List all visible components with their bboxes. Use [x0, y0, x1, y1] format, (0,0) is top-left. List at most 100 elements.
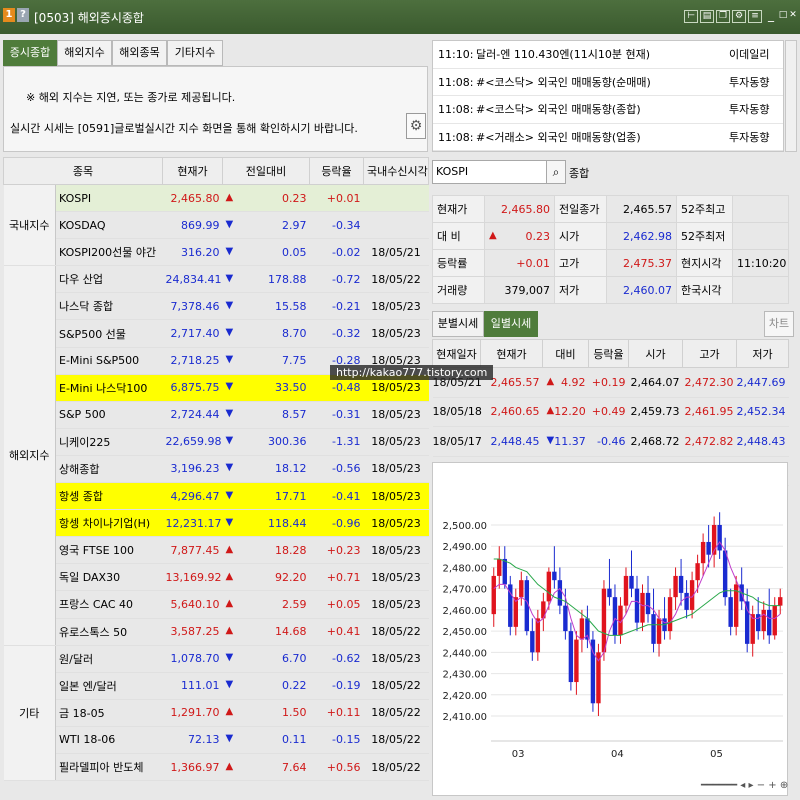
row-name[interactable]: 영국 FTSE 100 — [55, 536, 163, 565]
table-row[interactable]: 해외지수 다우 산업 24,834.41 ▼ 178.88 -0.72 18/05/22 — [3, 265, 429, 646]
header-change[interactable]: 전일대비 — [222, 157, 310, 185]
candle-body — [601, 588, 607, 653]
row-name[interactable]: WTI 18-06 — [55, 726, 163, 754]
row-name[interactable]: 항셍 종합 — [55, 482, 163, 511]
tab-other-index[interactable]: 기타지수 — [167, 40, 223, 66]
tab-overseas-stocks[interactable]: 해외종목 — [112, 40, 167, 66]
candle-body — [678, 575, 684, 593]
row-name[interactable]: S&P500 선물 — [55, 319, 163, 348]
search-icon[interactable]: ⌕ — [546, 160, 566, 184]
row-name[interactable]: KOSDAQ — [55, 211, 163, 240]
settings-icon[interactable]: ⚙ — [732, 10, 746, 23]
table-row[interactable]: 프랑스 CAC 405,640.10▲2.59+0.0518/05/2300:3… — [4, 590, 429, 619]
row-date: 18/05/23 — [363, 319, 429, 348]
table-row[interactable]: 유로스톡스 50 3,587.25 ▲ 14.68 +0.41 18/05/22 — [4, 618, 429, 646]
tab-daily-price[interactable]: 일별시세 — [484, 311, 538, 337]
news-headline[interactable]: #<거래소> 외국인 매매동향(업종) — [476, 124, 641, 151]
row-name[interactable]: 다우 산업 — [55, 265, 163, 294]
row-name[interactable]: 독일 DAX30 — [55, 563, 163, 592]
table-row[interactable]: 나스닥 종합7,378.46▼15.58-0.2118/05/2305:01:5… — [4, 292, 429, 321]
chart-button[interactable]: 차트 — [764, 311, 794, 337]
row-name[interactable]: 니케이225 — [55, 428, 163, 456]
zoom-controls-icon[interactable]: ━━━━━━ ◂ ▸ − + ⊕ — [700, 780, 788, 791]
tab-market-summary[interactable]: 증시종합 — [3, 40, 57, 66]
daily-header[interactable]: 현재일자 — [432, 339, 481, 368]
tab-overseas-index[interactable]: 해외지수 — [57, 40, 112, 66]
table-row[interactable]: 필라델피아 반도체 1,366.97 ▲ 7.64 +0.56 18/05/22 — [4, 753, 429, 782]
daily-header[interactable]: 고가 — [682, 339, 737, 368]
header-name[interactable]: 종목 — [3, 157, 163, 185]
row-date: 18/05/23 — [363, 563, 429, 592]
up-arrow-icon: ▲ — [225, 597, 234, 609]
row-name[interactable]: 항셍 차이나기업(H) — [55, 509, 163, 538]
table-row[interactable]: 니케이22522,659.98▼300.36-1.3118/05/2310:50… — [4, 428, 429, 456]
candle-body — [673, 575, 678, 598]
table-row[interactable]: 기타원/달러1,078.70▼6.70-0.6218/05/2311:10:11 — [3, 645, 429, 782]
print-icon[interactable]: ▤ — [700, 10, 714, 23]
header-time[interactable]: 국내수신시각 — [363, 157, 429, 185]
row-name[interactable]: 나스닥 종합 — [55, 292, 163, 321]
news-scrollbar[interactable] — [785, 40, 797, 152]
daily-header[interactable]: 저가 — [736, 339, 789, 368]
daily-header[interactable]: 현재가 — [480, 339, 543, 368]
table-row[interactable]: 상해종합3,196.23▼18.12-0.5618/05/2310:55:19 — [4, 455, 429, 484]
table-row[interactable]: KOSDAQ869.99▼2.97-0.3411:10:20 — [4, 211, 429, 240]
y-tick-label: 2,450.00 — [442, 627, 487, 638]
daily-row[interactable]: 18/05/17 2,448.45 ▼ 11.37 -0.46 2,468.72 2,472… — [432, 426, 789, 457]
daily-header[interactable]: 등락율 — [588, 339, 629, 368]
row-name[interactable]: KOSPI — [55, 184, 163, 213]
pin-icon[interactable]: ⊢ — [684, 10, 698, 23]
header-price[interactable]: 현재가 — [162, 157, 223, 185]
row-name[interactable]: 상해종합 — [55, 455, 163, 484]
row-name[interactable]: 프랑스 CAC 40 — [55, 590, 163, 619]
row-name[interactable]: 금 18-05 — [55, 699, 163, 727]
settings-gear-icon[interactable]: ⚙ — [406, 113, 426, 139]
price-chart[interactable]: 2,500.00 2,490.00 2,480.00 2,470.00 2,460.00… — [432, 462, 788, 796]
help-badge[interactable]: ? — [17, 8, 29, 22]
table-row[interactable]: 일본 엔/달러 111.01 ▼ 0.22 -0.19 18/05/22 — [4, 672, 429, 700]
tab-minute-price[interactable]: 분별시세 — [432, 311, 484, 337]
table-row[interactable]: S&P 5002,724.44▼8.57-0.3118/05/2306:01:4… — [4, 401, 429, 429]
quote-label: 고가 — [554, 249, 607, 277]
copy-icon[interactable]: ❐ — [716, 10, 730, 23]
table-row[interactable]: 항셍 종합4,296.47▼17.71-0.4118/05/2310:55:24 — [4, 482, 429, 511]
daily-open: 2,459.73 — [628, 397, 683, 427]
table-row[interactable]: WTI 18-06 72.13 ▼ 0.11 -0.15 18/05/22 — [4, 726, 429, 754]
daily-header[interactable]: 대비 — [542, 339, 589, 368]
news-item[interactable]: 11:10: 달러-엔 110.430엔(11시10분 현재) 이데일리 — [433, 41, 783, 69]
news-headline[interactable]: #<코스닥> 외국인 매매동향(순매매) — [476, 69, 651, 96]
x-tick-label: 03 — [512, 749, 525, 760]
close-icon[interactable]: ✕ — [788, 10, 798, 23]
table-row[interactable]: 항셍 차이나기업(H) 12,231.17 ▼ 118.44 -0.96 18/05/23… — [4, 509, 429, 538]
news-item[interactable]: 11:08: #<코스닥> 외국인 매매동향(종합) 투자동향 — [433, 96, 783, 124]
table-row[interactable]: 영국 FTSE 1007,877.45▲18.28+0.2318/05/2300… — [4, 536, 429, 565]
row-rate: -0.19 — [309, 672, 364, 700]
table-row[interactable]: S&P500 선물2,717.40▼8.70-0.3218/05/2310:51… — [4, 319, 429, 348]
quote-label: 등락률 — [432, 249, 485, 277]
row-date: 18/05/23 — [363, 428, 429, 456]
table-row[interactable]: 독일 DAX3013,169.92▲92.20+0.7118/05/2300:3… — [4, 563, 429, 592]
list-icon[interactable]: ≡ — [748, 10, 762, 23]
table-row[interactable]: 국내지수KOSPI2,465.80▲0.23+0.0111:10:20 — [3, 184, 429, 267]
news-item[interactable]: 11:08: #<코스닥> 외국인 매매동향(순매매) 투자동향 — [433, 69, 783, 96]
news-item[interactable]: 11:08: #<거래소> 외국인 매매동향(업종) 투자동향 — [433, 124, 783, 151]
row-name[interactable]: 필라델피아 반도체 — [55, 753, 163, 782]
row-name[interactable]: E-Mini S&P500 — [55, 347, 163, 375]
row-name[interactable]: 유로스톡스 50 — [55, 618, 163, 646]
row-name[interactable]: 원/달러 — [55, 645, 163, 673]
news-headline[interactable]: #<코스닥> 외국인 매매동향(종합) — [476, 96, 641, 123]
daily-header[interactable]: 시가 — [628, 339, 683, 368]
table-row[interactable]: 금 18-05 1,291.70 ▲ 1.50 +0.11 18/05/22 — [4, 699, 429, 727]
quote-label: 현재가 — [432, 195, 485, 223]
quote-value: 11:10:20 — [732, 249, 789, 277]
y-tick-label: 2,480.00 — [442, 563, 487, 574]
table-row[interactable]: KOSPI200선물 야간 316.20 ▼ 0.05 -0.02 18/05/21 — [4, 238, 429, 267]
header-rate[interactable]: 등락율 — [309, 157, 364, 185]
row-name[interactable]: KOSPI200선물 야간 — [55, 238, 163, 267]
news-headline[interactable]: 달러-엔 110.430엔(11시10분 현재) — [476, 41, 650, 68]
window-number-badge[interactable]: 1 — [3, 8, 15, 22]
daily-row[interactable]: 18/05/18 2,460.65 ▲ 12.20 +0.49 2,459.73 2,461… — [432, 397, 789, 427]
row-name[interactable]: E-Mini 나스닥100 — [55, 374, 163, 402]
row-name[interactable]: S&P 500 — [55, 401, 163, 429]
row-name[interactable]: 일본 엔/달러 — [55, 672, 163, 700]
